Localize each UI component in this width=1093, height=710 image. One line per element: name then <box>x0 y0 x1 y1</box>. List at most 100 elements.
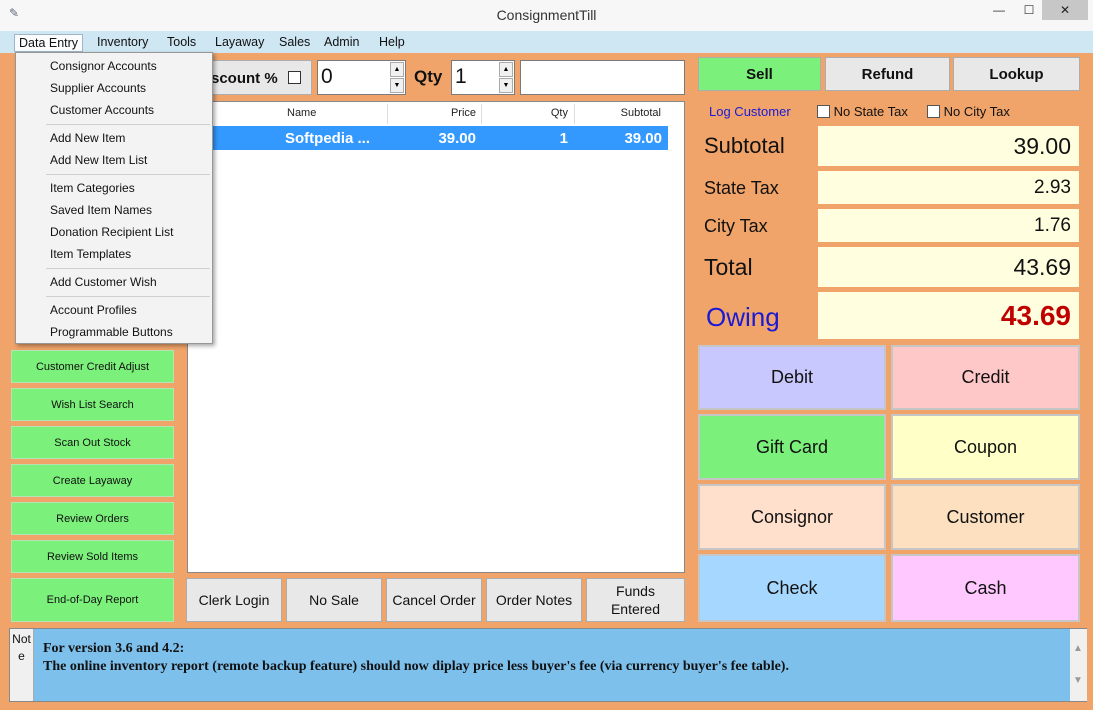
menu-separator <box>46 296 210 297</box>
end-of-day-report-button[interactable]: End-of-Day Report <box>11 578 174 622</box>
total-label: Total <box>704 254 753 280</box>
tab-lookup[interactable]: Lookup <box>953 57 1080 91</box>
row-price: 39.00 <box>438 130 476 147</box>
menu-layaway[interactable]: Layaway <box>211 34 268 52</box>
minimize-button[interactable]: — <box>982 0 1016 20</box>
menu-bar: Data Entry Inventory Tools Layaway Sales… <box>0 31 1093 53</box>
no-city-tax-checkbox[interactable] <box>927 105 940 118</box>
window-title: ConsignmentTill <box>496 7 597 23</box>
menu-item-item-categories[interactable]: Item Categories <box>50 181 135 195</box>
city-tax-label: City Tax <box>704 216 768 236</box>
log-customer-link[interactable]: Log Customer <box>709 104 791 119</box>
menu-item-account-profiles[interactable]: Account Profiles <box>50 303 137 317</box>
city-tax-value: 1.76 <box>818 209 1079 242</box>
credit-button[interactable]: Credit <box>891 345 1080 410</box>
gift-card-button[interactable]: Gift Card <box>698 414 886 480</box>
no-state-tax-option[interactable]: No State Tax <box>817 104 908 119</box>
customer-credit-adjust-button[interactable]: Customer Credit Adjust <box>11 350 174 383</box>
menu-item-item-templates[interactable]: Item Templates <box>50 247 131 261</box>
check-button[interactable]: Check <box>698 554 886 622</box>
order-notes-button[interactable]: Order Notes <box>486 578 582 622</box>
discount-input[interactable]: 0 ▲ ▼ <box>317 60 406 95</box>
barcode-input[interactable] <box>520 60 685 95</box>
menu-admin[interactable]: Admin <box>320 34 363 52</box>
menu-item-donation-recipient-list[interactable]: Donation Recipient List <box>50 225 173 239</box>
discount-up-icon[interactable]: ▲ <box>390 62 404 77</box>
note-line-1: For version 3.6 and 4.2: <box>43 641 185 656</box>
row-name: Softpedia ... <box>285 130 371 147</box>
discount-label: scount % <box>211 70 278 87</box>
state-tax-label: State Tax <box>704 178 779 198</box>
menu-sales[interactable]: Sales <box>275 34 314 52</box>
create-layaway-button[interactable]: Create Layaway <box>11 464 174 497</box>
consignor-button[interactable]: Consignor <box>698 484 886 550</box>
no-state-tax-checkbox[interactable] <box>817 105 830 118</box>
discount-toggle[interactable]: scount % <box>198 60 312 95</box>
data-entry-dropdown: Consignor Accounts Supplier Accounts Cus… <box>15 52 213 344</box>
qty-value: 1 <box>455 65 467 88</box>
wish-list-search-button[interactable]: Wish List Search <box>11 388 174 421</box>
note-line-2: The online inventory report (remote back… <box>43 659 789 674</box>
customer-button[interactable]: Customer <box>891 484 1080 550</box>
discount-down-icon[interactable]: ▼ <box>390 78 404 93</box>
no-sale-button[interactable]: No Sale <box>286 578 382 622</box>
title-bar: ✎ ConsignmentTill — ☐ ✕ <box>0 0 1093 31</box>
no-city-tax-label: No City Tax <box>943 104 1010 119</box>
column-header-name[interactable]: Name <box>287 107 316 119</box>
qty-down-icon[interactable]: ▼ <box>499 78 513 93</box>
cancel-order-button[interactable]: Cancel Order <box>386 578 482 622</box>
menu-separator <box>46 268 210 269</box>
column-header-price[interactable]: Price <box>388 107 476 119</box>
menu-item-customer-accounts[interactable]: Customer Accounts <box>50 103 154 117</box>
menu-item-programmable-buttons[interactable]: Programmable Buttons <box>50 325 173 339</box>
qty-input[interactable]: 1 ▲ ▼ <box>451 60 515 95</box>
discount-checkbox[interactable] <box>288 71 301 84</box>
note-scrollbar[interactable]: ▲ ▼ <box>1070 629 1087 701</box>
table-row[interactable]: Softpedia ... 39.00 1 39.00 <box>188 126 668 150</box>
menu-item-consignor-accounts[interactable]: Consignor Accounts <box>50 59 157 73</box>
note-tab[interactable]: Note <box>10 629 34 701</box>
column-header-qty[interactable]: Qty <box>482 107 568 119</box>
coupon-button[interactable]: Coupon <box>891 414 1080 480</box>
scroll-down-icon[interactable]: ▼ <box>1073 675 1083 686</box>
note-panel: Note For version 3.6 and 4.2: The online… <box>9 628 1087 702</box>
menu-data-entry[interactable]: Data Entry <box>14 34 84 52</box>
funds-entered-button[interactable]: Funds Entered <box>586 578 685 622</box>
maximize-button[interactable]: ☐ <box>1016 0 1042 20</box>
menu-item-add-new-item-list[interactable]: Add New Item List <box>50 153 147 167</box>
no-city-tax-option[interactable]: No City Tax <box>927 104 1010 119</box>
menu-item-supplier-accounts[interactable]: Supplier Accounts <box>50 81 146 95</box>
qty-up-icon[interactable]: ▲ <box>499 62 513 77</box>
qty-label: Qty <box>414 67 443 86</box>
cash-button[interactable]: Cash <box>891 554 1080 622</box>
review-sold-items-button[interactable]: Review Sold Items <box>11 540 174 573</box>
menu-tools[interactable]: Tools <box>163 34 200 52</box>
close-button[interactable]: ✕ <box>1042 0 1088 20</box>
debit-button[interactable]: Debit <box>698 345 886 410</box>
total-value: 43.69 <box>818 247 1079 287</box>
scroll-up-icon[interactable]: ▲ <box>1073 643 1083 654</box>
order-grid[interactable]: Name Price Qty Subtotal Softpedia ... 39… <box>187 101 685 573</box>
discount-value: 0 <box>321 65 333 88</box>
clerk-login-button[interactable]: Clerk Login <box>186 578 282 622</box>
review-orders-button[interactable]: Review Orders <box>11 502 174 535</box>
tab-refund[interactable]: Refund <box>825 57 950 91</box>
owing-label: Owing <box>706 302 780 332</box>
subtotal-value: 39.00 <box>818 126 1079 166</box>
menu-inventory[interactable]: Inventory <box>93 34 152 52</box>
scan-out-stock-button[interactable]: Scan Out Stock <box>11 426 174 459</box>
row-qty: 1 <box>559 130 568 147</box>
tab-sell[interactable]: Sell <box>698 57 821 91</box>
menu-item-saved-item-names[interactable]: Saved Item Names <box>50 203 152 217</box>
column-header-subtotal[interactable]: Subtotal <box>575 107 661 119</box>
menu-separator <box>46 174 210 175</box>
menu-help[interactable]: Help <box>375 34 409 52</box>
owing-value: 43.69 <box>818 292 1079 339</box>
state-tax-value: 2.93 <box>818 171 1079 204</box>
no-state-tax-label: No State Tax <box>833 104 908 119</box>
row-subtotal: 39.00 <box>624 130 662 147</box>
menu-item-add-new-item[interactable]: Add New Item <box>50 131 125 145</box>
subtotal-label: Subtotal <box>704 133 785 158</box>
menu-separator <box>46 124 210 125</box>
menu-item-add-customer-wish[interactable]: Add Customer Wish <box>50 275 157 289</box>
